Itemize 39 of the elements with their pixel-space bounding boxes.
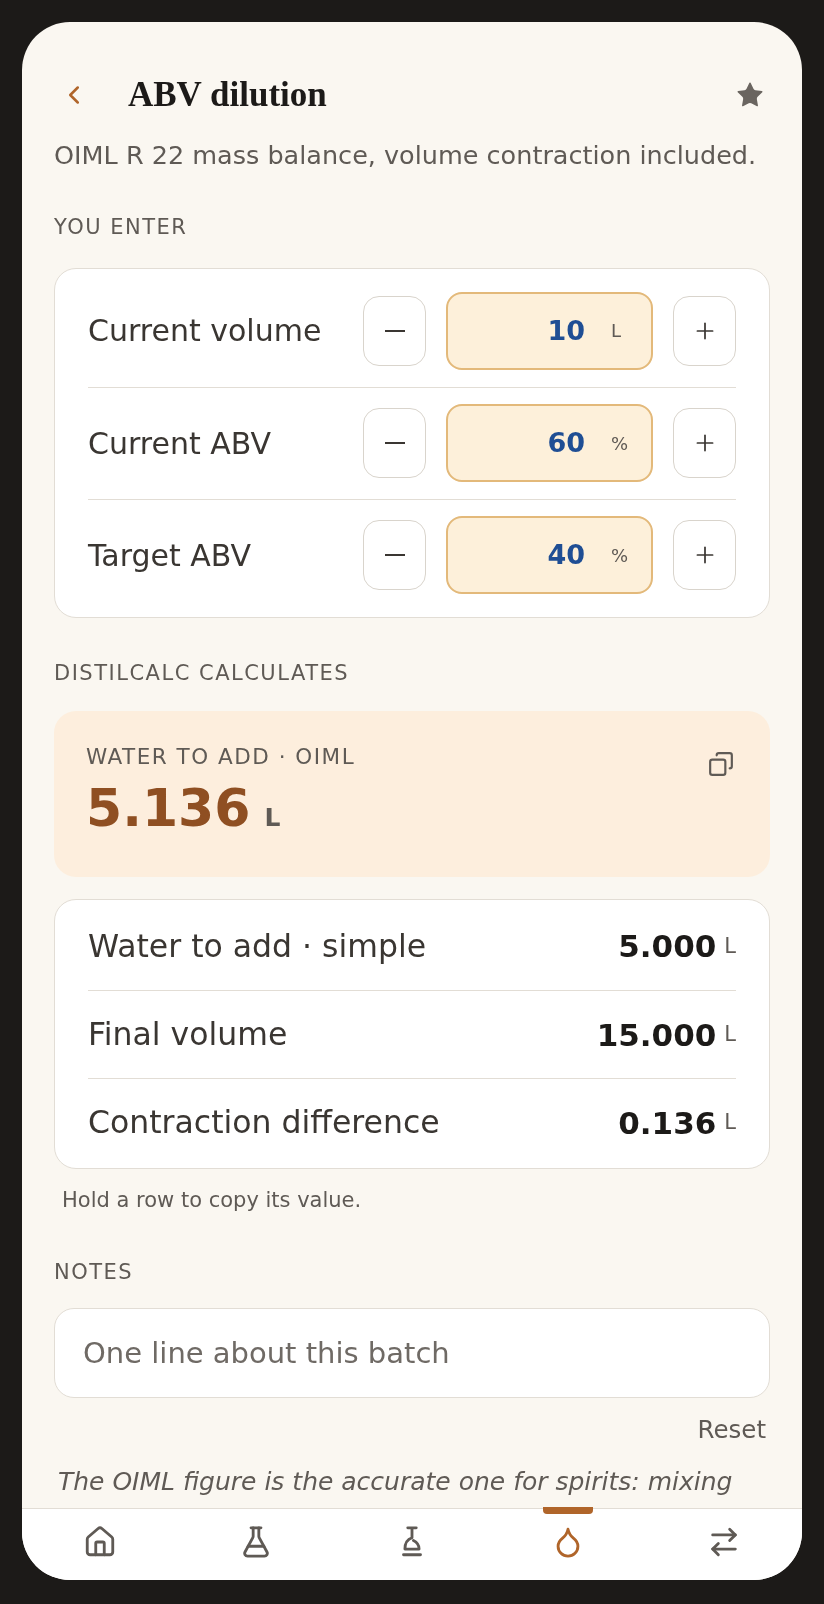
section-label: YOU ENTER [54, 214, 189, 242]
page-title: ABV dilution [128, 73, 328, 116]
input-value: 10 [547, 313, 585, 348]
unit-label: % [611, 431, 630, 456]
minus-icon [384, 442, 405, 445]
unit-label: % [611, 543, 630, 568]
footnote-text: The OIML figure is the accurate one for spirits: mixing [58, 1466, 734, 1498]
field-label: Target ABV [88, 536, 253, 575]
minus-icon [384, 554, 405, 557]
copy-icon [708, 751, 734, 778]
result-label: WATER TO ADD · OIML [86, 743, 357, 772]
stat-unit: L [724, 1109, 736, 1136]
stat-unit: L [724, 932, 736, 960]
home-icon [83, 1525, 117, 1559]
value-input[interactable]: 40 % [446, 516, 653, 595]
active-indicator [543, 1507, 593, 1514]
stat-unit: L [724, 1021, 736, 1048]
result-value: 5.136 [86, 776, 251, 840]
input-value: 40 [547, 538, 585, 572]
section-label: DISTILCALC CALCULATES [54, 659, 351, 687]
stat-value: 5.000 [618, 927, 717, 966]
stat-label: Water to add · simple [88, 926, 428, 966]
reset-button[interactable]: Reset [697, 1412, 770, 1449]
result-unit: L [264, 801, 281, 834]
value-input[interactable]: 60 % [446, 404, 653, 483]
hint-text: Hold a row to copy its value. [62, 1187, 363, 1215]
input-value: 60 [547, 426, 585, 460]
value-input[interactable]: 10 L [446, 291, 653, 370]
stat-label: Contraction difference [88, 1103, 441, 1143]
stat-value: 0.136 [618, 1103, 717, 1143]
minus-icon [384, 329, 405, 332]
section-label: NOTES [54, 1258, 135, 1286]
unit-label: L [611, 319, 623, 344]
stat-label: Final volume [88, 1015, 289, 1055]
field-label: Current volume [88, 312, 323, 351]
field-label: Current ABV [88, 424, 272, 463]
notes-field[interactable]: One line about this batch [54, 1308, 770, 1399]
subtitle: OIML R 22 mass balance, volume contraction included. [54, 139, 758, 172]
stat-value: 15.000 [596, 1015, 717, 1055]
